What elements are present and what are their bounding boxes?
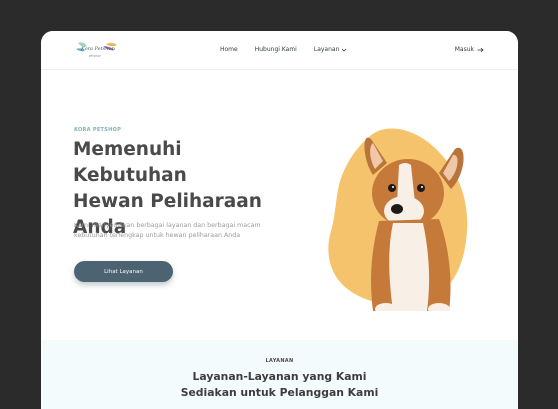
nav-home[interactable]: Home [220, 46, 238, 53]
hero-eyebrow: KORA PETSHOP [74, 127, 122, 133]
brand-logo[interactable]: Kora Petshop PETSHOP [73, 40, 119, 62]
view-services-button[interactable]: Lihat Layanan [74, 261, 173, 282]
navbar: Kora Petshop PETSHOP Home Hubungi Kami L… [41, 31, 518, 70]
services-eyebrow: LAYANAN [265, 358, 294, 364]
logo-subtext: PETSHOP [89, 55, 101, 58]
nav-services-dropdown[interactable]: Layanan [314, 46, 348, 53]
chevron-down-icon [342, 48, 347, 52]
services-title-line: Layanan-Layanan yang Kami [192, 370, 367, 383]
services-title-line: Sediakan untuk Pelanggan Kami [180, 386, 379, 399]
hero-description: Kami menyediakan berbagai layanan dan be… [74, 222, 261, 239]
logo-text: Kora Petshop [81, 46, 115, 52]
hero-title-line: Memenuhi Kebutuhan [73, 139, 187, 186]
login-link[interactable]: Masuk [455, 46, 484, 53]
browser-window: Kora Petshop PETSHOP Home Hubungi Kami L… [41, 31, 518, 409]
login-label: Masuk [454, 46, 474, 53]
services-title: Layanan-Layanan yang Kami Sediakan untuk… [41, 369, 518, 401]
arrow-right-icon [477, 47, 484, 52]
hero-dog-illustration [328, 128, 468, 311]
nav-links: Home Hubungi Kami Layanan [220, 46, 347, 53]
services-section: LAYANAN Layanan-Layanan yang Kami Sediak… [41, 340, 518, 409]
nav-contact[interactable]: Hubungi Kami [255, 46, 297, 53]
hero-title-line: Hewan Peliharaan [73, 191, 262, 212]
nav-services-label: Layanan [313, 46, 340, 53]
